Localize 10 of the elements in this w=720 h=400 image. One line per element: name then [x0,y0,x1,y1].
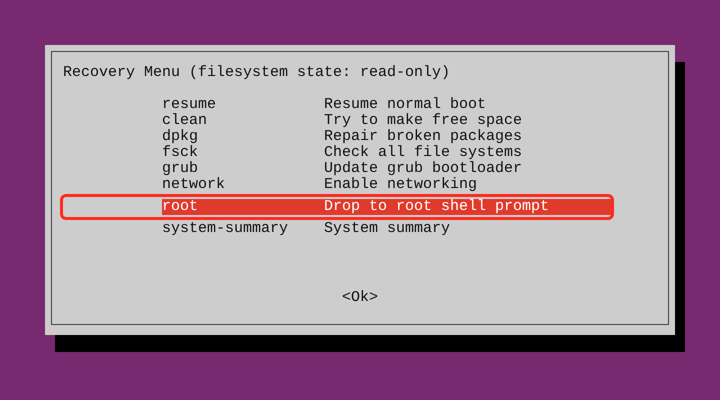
menu-item[interactable]: fsck Check all file systems [162,145,522,161]
menu-item[interactable]: system-summary System summary [162,221,450,237]
ok-button[interactable]: <Ok> [342,290,378,306]
menu-item[interactable]: resume Resume normal boot [162,97,486,113]
menu-item[interactable]: root Drop to root shell prompt [162,199,611,215]
menu-item[interactable]: network Enable networking [162,177,478,193]
dialog-title: Recovery Menu (filesystem state: read-only) [63,65,452,81]
menu-item[interactable]: clean Try to make free space [162,113,522,129]
menu-item[interactable]: grub Update grub bootloader [162,161,522,177]
menu-item[interactable]: dpkg Repair broken packages [162,129,522,145]
